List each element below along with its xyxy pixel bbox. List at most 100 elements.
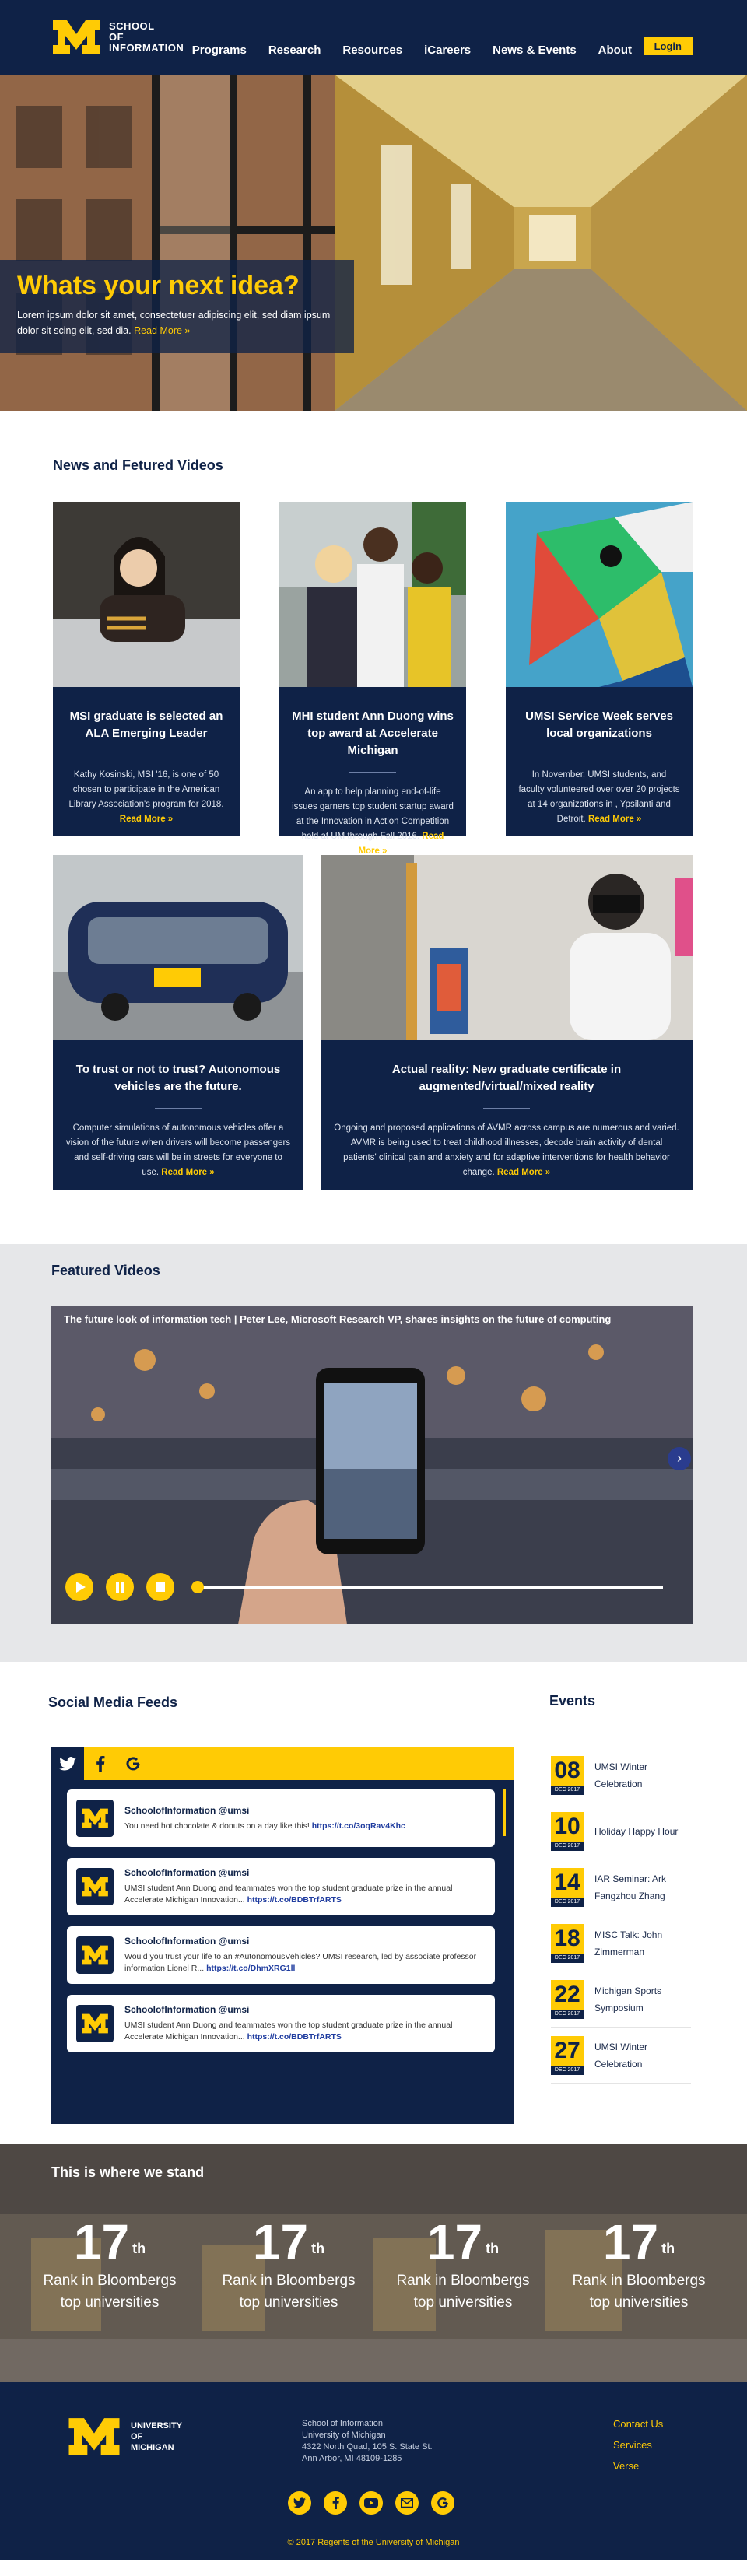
hero-banner: Whats your next idea? Lorem ipsum dolor …	[0, 75, 747, 411]
news-card[interactable]: MSI graduate is selected an ALA Emerging…	[53, 502, 240, 836]
ranking-stat: 17th Rank in Bloombergs top universities	[222, 2214, 356, 2311]
tweet-user[interactable]: SchoolofInformation @umsi	[124, 1936, 486, 1947]
top-navbar: SCHOOL OF INFORMATION Programs Research Re…	[0, 0, 747, 75]
email-link[interactable]	[395, 2491, 419, 2515]
tweet-item[interactable]: SchoolofInformation @umsi Would you trus…	[67, 1926, 495, 1984]
nav-research[interactable]: Research	[268, 44, 321, 57]
news-card-text: Computer simulations of autonomous vehic…	[65, 1123, 291, 1177]
read-more-link[interactable]: Read More »	[120, 815, 173, 824]
news-card-title: Actual reality: New graduate certificate…	[391, 1063, 622, 1093]
video-player[interactable]: The future look of information tech | Pe…	[51, 1306, 693, 1624]
news-image-students-group	[279, 502, 466, 687]
google-icon	[437, 2497, 448, 2508]
read-more-link[interactable]: Read More »	[497, 1168, 550, 1177]
read-more-link[interactable]: Read More »	[588, 815, 641, 824]
facebook-link[interactable]	[324, 2491, 347, 2515]
read-more-link[interactable]: Read More »	[161, 1168, 214, 1177]
stop-button[interactable]	[146, 1573, 174, 1601]
nav-news-events[interactable]: News & Events	[493, 44, 577, 57]
play-button[interactable]	[65, 1573, 93, 1601]
tweet-item[interactable]: SchoolofInformation @umsi UMSI student A…	[67, 1995, 495, 2052]
tweet-user[interactable]: SchoolofInformation @umsi	[124, 1867, 486, 1878]
video-controls	[65, 1573, 187, 1601]
social-feed-panel: SchoolofInformation @umsi You need hot c…	[51, 1747, 514, 2124]
twitter-link[interactable]	[288, 2491, 311, 2515]
event-name[interactable]: UMSI Winter Celebration	[594, 1758, 691, 1793]
tweet-item[interactable]: SchoolofInformation @umsi You need hot c…	[67, 1789, 495, 1847]
news-card[interactable]: Actual reality: New graduate certificate…	[321, 855, 693, 1190]
event-name[interactable]: MISC Talk: John Zimmerman	[594, 1926, 691, 1961]
feed-scrollbar[interactable]	[503, 1789, 506, 1836]
news-card[interactable]: To trust or not to trust? Autonomous veh…	[53, 855, 303, 1190]
event-name[interactable]: UMSI Winter Celebration	[594, 2038, 691, 2073]
tweet-user[interactable]: SchoolofInformation @umsi	[124, 2004, 486, 2015]
event-name[interactable]: Holiday Happy Hour	[594, 1823, 678, 1840]
ranking-stat: 17th Rank in Bloombergs top universities	[396, 2214, 530, 2311]
google-link[interactable]	[431, 2491, 454, 2515]
news-card-title: MSI graduate is selected an ALA Emerging…	[69, 710, 223, 740]
nav-about[interactable]: About	[598, 44, 632, 57]
news-card-text: Ongoing and proposed applications of AVM…	[334, 1123, 679, 1177]
pause-icon	[116, 1582, 124, 1593]
hero-text: Lorem ipsum dolor sit amet, consectetuer…	[17, 310, 331, 336]
tweet-link[interactable]: https://t.co/DhmXRG1ll	[206, 1964, 295, 1973]
twitter-icon	[293, 2497, 306, 2508]
news-image-autonomous-shuttle	[53, 855, 303, 1040]
home-logo-link[interactable]: SCHOOL OF INFORMATION	[51, 19, 184, 56]
tweet-user[interactable]: SchoolofInformation @umsi	[124, 1805, 405, 1816]
tweet-text: You need hot chocolate & donuts on a day…	[124, 1821, 405, 1831]
event-item[interactable]: 27 DEC 2017 UMSI Winter Celebration	[551, 2028, 691, 2084]
event-date: 10 DEC 2017	[551, 1811, 584, 1851]
next-arrow-icon[interactable]: ›	[668, 1447, 691, 1470]
play-icon	[76, 1582, 86, 1593]
hero-title: Whats your next idea?	[17, 271, 300, 300]
tab-facebook[interactable]	[84, 1747, 117, 1780]
event-name[interactable]: Michigan Sports Symposium	[594, 1982, 691, 2017]
nav-icareers[interactable]: iCareers	[424, 44, 471, 57]
email-icon	[401, 2498, 413, 2508]
tab-twitter[interactable]	[51, 1747, 84, 1780]
nav-programs[interactable]: Programs	[192, 44, 247, 57]
tweet-item[interactable]: SchoolofInformation @umsi UMSI student A…	[67, 1858, 495, 1915]
news-card[interactable]: MHI student Ann Duong wins top award at …	[279, 502, 466, 856]
avatar	[76, 1868, 114, 1905]
tab-google[interactable]	[117, 1747, 149, 1780]
pause-button[interactable]	[106, 1573, 134, 1601]
tweet-link[interactable]: https://t.co/3oqRav4Khc	[312, 1821, 405, 1831]
avatar	[76, 1800, 114, 1837]
verse-link[interactable]: Verse	[613, 2460, 663, 2472]
footer-social-icons	[288, 2491, 467, 2515]
hero-read-more-link[interactable]: Read More »	[134, 325, 190, 336]
event-item[interactable]: 10 DEC 2017 Holiday Happy Hour	[551, 1803, 691, 1859]
block-m-logo-icon	[82, 1808, 108, 1828]
nav-resources[interactable]: Resources	[342, 44, 402, 57]
university-logo-link[interactable]: UNIVERSITY OF MICHIGAN	[67, 2417, 182, 2457]
tweet-link[interactable]: https://t.co/BDBTrfARTS	[247, 2032, 342, 2042]
social-tabs	[51, 1747, 514, 1780]
login-button[interactable]: Login	[643, 37, 693, 55]
rankings-section: This is where we stand 17th Rank in Bloo…	[0, 2144, 747, 2382]
news-card[interactable]: UMSI Service Week serves local organizat…	[506, 502, 693, 836]
ranking-stat: 17th Rank in Bloombergs top universities	[43, 2214, 177, 2311]
divider	[483, 1108, 530, 1109]
divider	[155, 1108, 202, 1109]
youtube-link[interactable]	[359, 2491, 383, 2515]
services-link[interactable]: Services	[613, 2439, 663, 2451]
event-item[interactable]: 22 DEC 2017 Michigan Sports Symposium	[551, 1971, 691, 2028]
event-item[interactable]: 08 DEC 2017 UMSI Winter Celebration	[551, 1747, 691, 1803]
tweet-list[interactable]: SchoolofInformation @umsi You need hot c…	[51, 1780, 514, 2052]
event-date: 27 DEC 2017	[551, 2035, 584, 2075]
rankings-heading: This is where we stand	[51, 2164, 205, 2180]
progress-handle[interactable]	[191, 1581, 204, 1593]
ranking-stat: 17th Rank in Bloombergs top universities	[572, 2214, 706, 2311]
event-item[interactable]: 18 DEC 2017 MISC Talk: John Zimmerman	[551, 1915, 691, 1971]
tweet-text: UMSI student Ann Duong and teammates won…	[124, 2020, 453, 2042]
contact-us-link[interactable]: Contact Us	[613, 2418, 663, 2430]
video-progress-bar[interactable]	[191, 1581, 663, 1593]
event-item[interactable]: 14 DEC 2017 IAR Seminar: Ark Fangzhou Zha…	[551, 1859, 691, 1915]
block-m-logo-icon	[82, 1877, 108, 1897]
news-image-mural	[506, 502, 693, 687]
tweet-link[interactable]: https://t.co/BDBTrfARTS	[247, 1895, 342, 1905]
event-date: 08 DEC 2017	[551, 1755, 584, 1795]
event-name[interactable]: IAR Seminar: Ark Fangzhou Zhang	[594, 1870, 691, 1905]
